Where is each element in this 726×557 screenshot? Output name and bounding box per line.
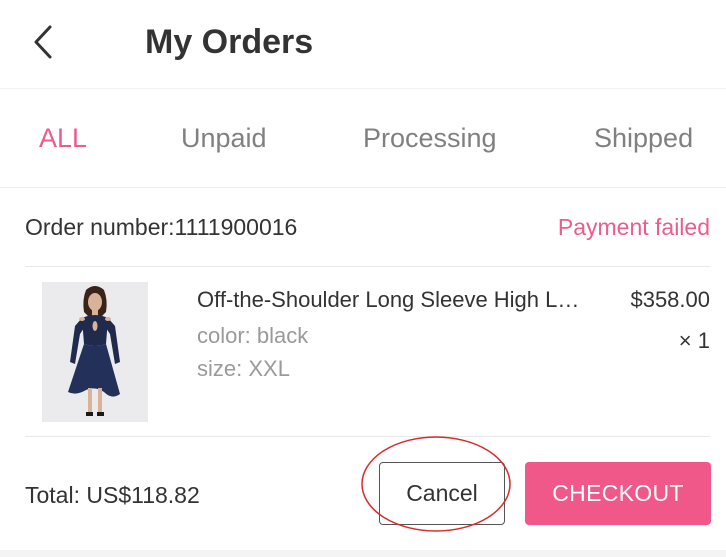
order-tabs: ALL Unpaid Processing Shipped	[0, 88, 726, 188]
app-header: My Orders	[0, 0, 726, 88]
cancel-button[interactable]: Cancel	[379, 462, 505, 525]
back-button[interactable]	[28, 22, 64, 62]
checkout-button[interactable]: CHECKOUT	[525, 462, 711, 525]
product-color: color: black	[197, 323, 309, 348]
tab-all[interactable]: ALL	[39, 121, 87, 155]
tab-unpaid[interactable]: Unpaid	[181, 121, 267, 155]
order-total: Total: US$118.82	[25, 482, 200, 508]
product-size: size: XXL	[197, 356, 290, 381]
product-name[interactable]: Off-the-Shoulder Long Sleeve High Low Dr…	[197, 286, 585, 313]
divider	[25, 266, 710, 267]
page-title: My Orders	[145, 23, 314, 61]
bottom-separator	[0, 550, 726, 557]
product-image[interactable]	[42, 282, 148, 422]
order-card: Order number:1111900016 Payment failed O…	[0, 188, 726, 550]
dress-product-image	[42, 282, 148, 422]
status-badge: Payment failed	[557, 214, 710, 240]
tab-shipped[interactable]: Shipped	[594, 121, 693, 155]
product-price: $358.00	[630, 287, 710, 312]
chevron-left-icon	[34, 25, 52, 59]
tab-processing[interactable]: Processing	[363, 121, 497, 155]
product-quantity: × 1	[678, 328, 710, 353]
order-number: Order number:1111900016	[25, 214, 298, 240]
divider	[25, 436, 710, 437]
